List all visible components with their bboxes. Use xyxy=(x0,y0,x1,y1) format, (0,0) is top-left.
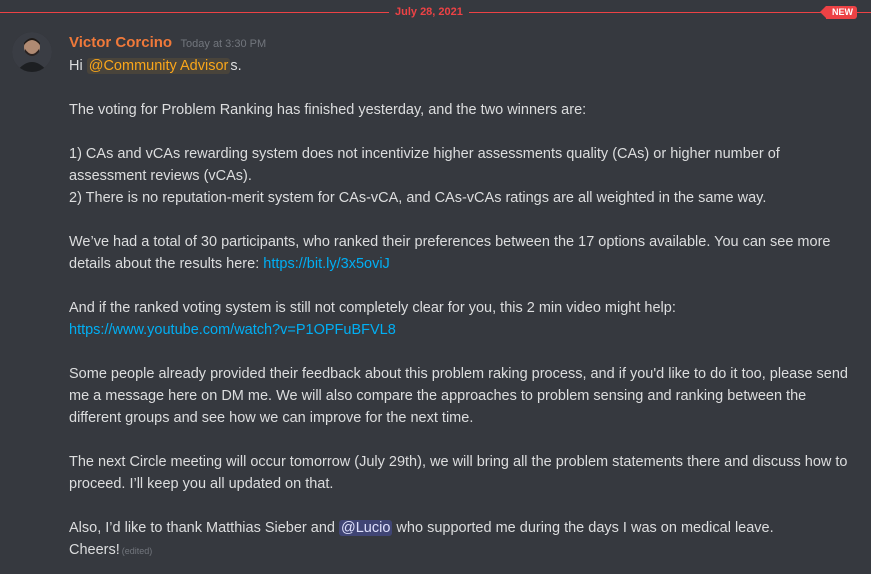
participants-text: We’ve had a total of 30 participants, wh… xyxy=(69,234,831,272)
avatar-photo-icon xyxy=(12,32,52,72)
winner-2: 2) There is no reputation-merit system f… xyxy=(69,190,767,206)
meeting-paragraph: The next Circle meeting will occur tomor… xyxy=(69,454,848,492)
video-link[interactable]: https://www.youtube.com/watch?v=P1OPFuBF… xyxy=(69,322,396,338)
divider-date: July 28, 2021 xyxy=(389,5,469,19)
feedback-paragraph: Some people already provided their feedb… xyxy=(69,366,848,426)
user-mention[interactable]: @Lucio xyxy=(339,520,393,536)
thanks-paragraph: Also, I’d like to thank Matthias Sieber … xyxy=(69,517,859,539)
message-timestamp[interactable]: Today at 3:30 PM xyxy=(181,38,267,50)
video-paragraph: And if the ranked voting system is still… xyxy=(69,300,676,316)
greeting-line: Hi @Community Advisor s. xyxy=(69,55,859,77)
voting-paragraph: The voting for Problem Ranking has finis… xyxy=(69,102,587,118)
author-name[interactable]: Victor Corcino xyxy=(69,34,172,51)
thanks-prefix: Also, I’d like to thank Matthias Sieber … xyxy=(69,520,340,536)
video-link-line: https://www.youtube.com/watch?v=P1OPFuBF… xyxy=(69,319,859,341)
winner-1: 1) CAs and vCAs rewarding system does no… xyxy=(69,146,780,184)
new-badge: NEW xyxy=(820,6,857,19)
closing-text: Cheers! xyxy=(69,542,120,558)
avatar[interactable] xyxy=(12,32,52,72)
participants-paragraph: We’ve had a total of 30 participants, wh… xyxy=(69,231,859,275)
greeting-suffix: s. xyxy=(230,58,242,74)
thanks-suffix: who supported me during the days I was o… xyxy=(392,520,774,536)
closing-line: Cheers! (edited) xyxy=(69,539,859,562)
message-header: Victor Corcino Today at 3:30 PM xyxy=(69,34,266,52)
greeting-prefix: Hi xyxy=(69,58,87,74)
edited-label: (edited) xyxy=(121,546,153,556)
role-mention[interactable]: @Community Advisor xyxy=(86,58,231,74)
message-content: Hi @Community Advisor s. The voting for P… xyxy=(69,55,859,562)
results-link[interactable]: https://bit.ly/3x5oviJ xyxy=(263,256,390,272)
